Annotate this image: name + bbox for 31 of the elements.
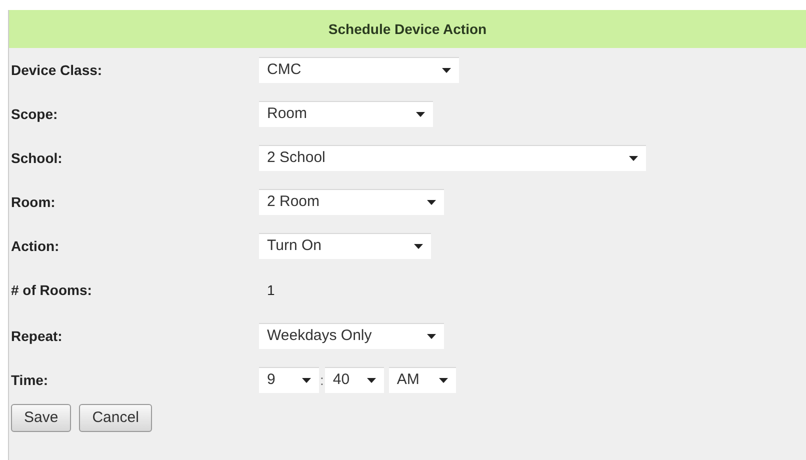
caret-icon [442,68,451,73]
field-value: 1 [266,280,275,300]
field-label: Room: [10,192,56,212]
caret-icon [414,244,423,249]
caret-icon [427,200,436,205]
dropdown[interactable]: 2 School [259,145,646,171]
field-label: Scope: [10,104,59,124]
form-title: Schedule Device Action [328,20,487,38]
dropdown[interactable]: Room [259,101,433,127]
caret-icon [629,156,638,161]
caret-icon [302,378,311,383]
field-label: Action: [10,236,60,256]
hour-dropdown[interactable]: 9 [259,367,319,393]
dropdown[interactable]: Turn On [259,233,431,259]
caret-icon [366,378,376,383]
field-label: Device Class: [10,60,104,80]
field-label: # of Rooms: [10,280,93,300]
dropdown[interactable]: 2 Room [259,189,444,215]
period-dropdown[interactable]: AM [388,367,456,393]
dropdown[interactable]: CMC [259,57,459,83]
form-button[interactable]: Save [11,404,72,432]
field-label: School: [10,148,64,168]
caret-icon [416,112,425,117]
minute-dropdown[interactable]: 40 [324,367,384,393]
form-button[interactable]: Cancel [79,404,152,432]
dropdown[interactable]: Weekdays Only [259,323,444,349]
caret-icon [427,334,436,339]
time-separator: : [319,370,325,390]
field-label: Time: [10,370,50,390]
caret-icon [438,378,448,383]
field-label: Repeat: [10,326,64,346]
